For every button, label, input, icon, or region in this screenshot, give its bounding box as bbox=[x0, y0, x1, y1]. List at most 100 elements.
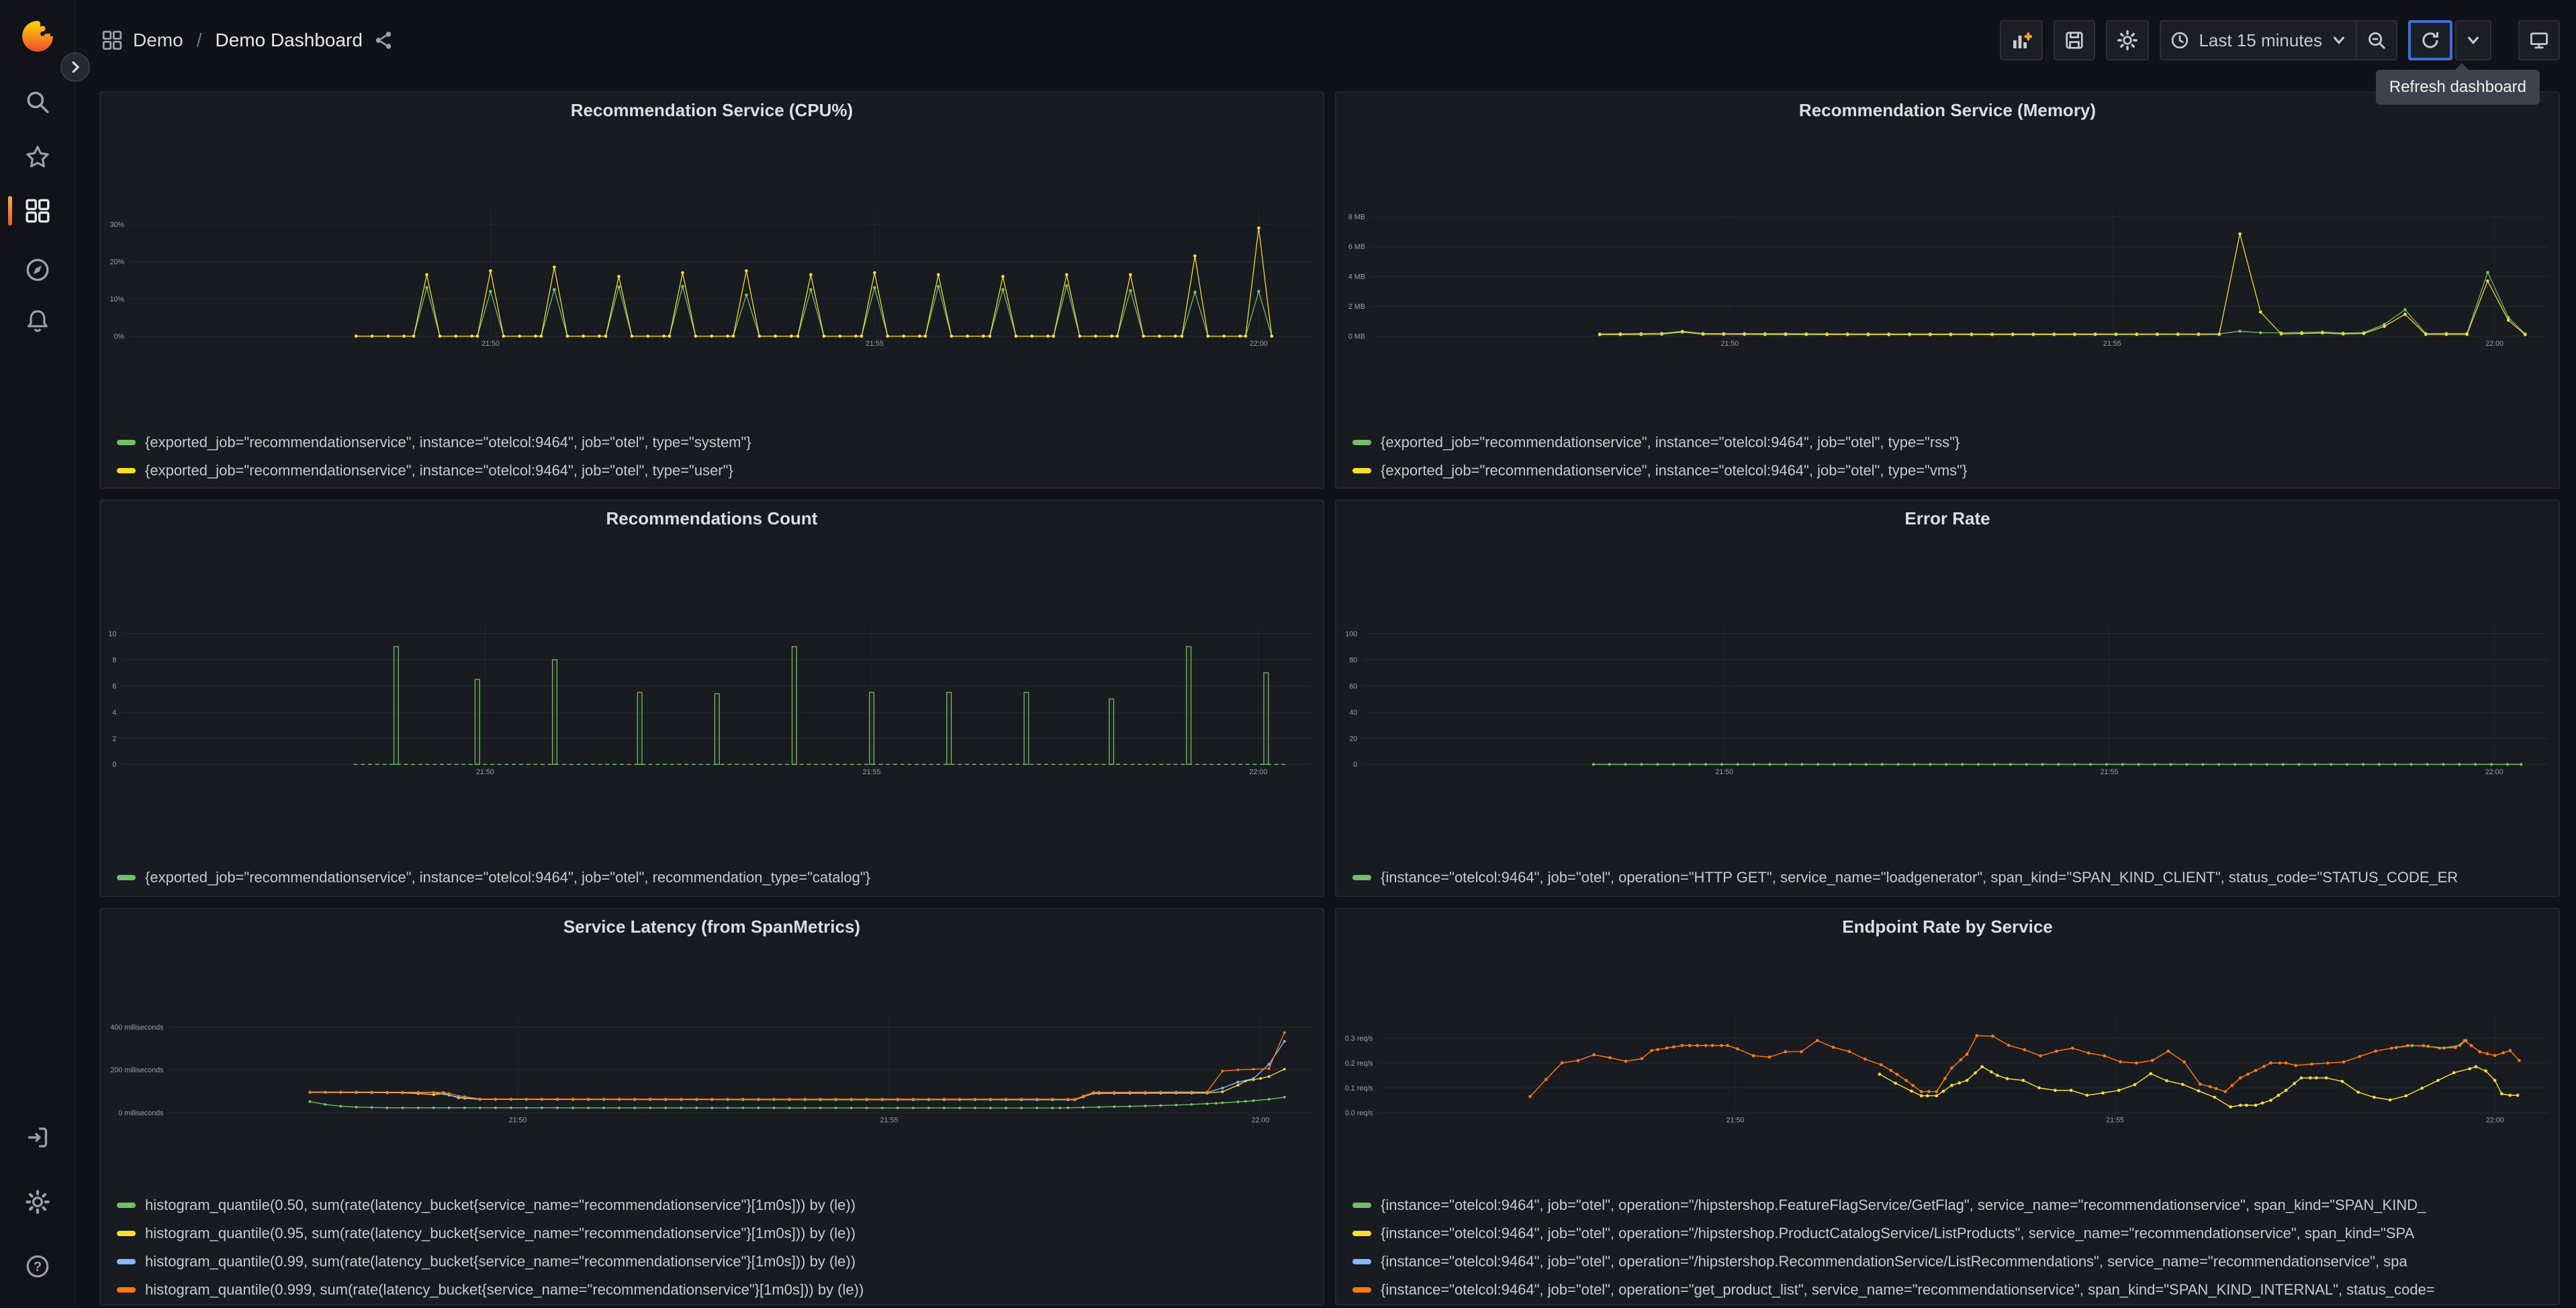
legend-item[interactable]: {instance="otelcol:9464", job="otel", op… bbox=[1352, 1248, 2559, 1276]
add-panel-button[interactable] bbox=[2000, 20, 2043, 60]
kiosk-mode-button[interactable] bbox=[2518, 20, 2560, 60]
chart-canvas[interactable]: 21:50 21:55 22:00 0 milliseconds 200 millise… bbox=[101, 944, 1323, 1188]
chart-canvas[interactable]: 21:50 21:55 22:00 0 2 4 6 8 10 bbox=[101, 536, 1323, 861]
svg-text:21:50: 21:50 bbox=[1715, 768, 1733, 776]
search-icon[interactable] bbox=[0, 79, 75, 125]
svg-text:22:00: 22:00 bbox=[1250, 340, 1268, 348]
panel-header[interactable]: Recommendation Service (CPU%) bbox=[101, 93, 1323, 128]
svg-text:30%: 30% bbox=[110, 221, 125, 229]
legend-item[interactable]: histogram_quantile(0.999, sum(rate(laten… bbox=[117, 1276, 1323, 1304]
panel-service-latency: Service Latency (from SpanMetrics) 21:50… bbox=[99, 908, 1324, 1305]
panel-header[interactable]: Service Latency (from SpanMetrics) bbox=[101, 909, 1323, 944]
legend-item[interactable]: histogram_quantile(0.95, sum(rate(latenc… bbox=[117, 1219, 1323, 1248]
svg-text:0.1 req/s: 0.1 req/s bbox=[1345, 1084, 1373, 1092]
svg-text:0%: 0% bbox=[114, 333, 125, 341]
legend-item[interactable]: histogram_quantile(0.50, sum(rate(latenc… bbox=[117, 1191, 1323, 1219]
svg-text:8 MB: 8 MB bbox=[1348, 214, 1365, 222]
time-range-picker[interactable]: Last 15 minutes bbox=[2160, 20, 2357, 60]
legend: {instance="otelcol:9464", job="otel", op… bbox=[1336, 861, 2559, 892]
legend-item[interactable]: histogram_quantile(0.99, sum(rate(latenc… bbox=[117, 1248, 1323, 1276]
legend-item[interactable]: {instance="otelcol:9464", job="otel", op… bbox=[1352, 1219, 2559, 1248]
svg-text:400 milliseconds: 400 milliseconds bbox=[110, 1023, 163, 1031]
legend-swatch bbox=[117, 440, 136, 445]
panel-header[interactable]: Recommendations Count bbox=[101, 501, 1323, 536]
svg-text:10%: 10% bbox=[110, 295, 125, 303]
svg-text:21:50: 21:50 bbox=[476, 768, 494, 776]
breadcrumb-section[interactable]: Demo bbox=[133, 30, 183, 51]
legend-label: histogram_quantile(0.50, sum(rate(latenc… bbox=[145, 1197, 856, 1213]
svg-text:?: ? bbox=[34, 1260, 42, 1274]
svg-text:4 MB: 4 MB bbox=[1348, 273, 1365, 281]
svg-text:6 MB: 6 MB bbox=[1348, 243, 1365, 251]
grafana-logo-icon[interactable] bbox=[17, 16, 58, 56]
expand-sidebar-button[interactable] bbox=[60, 52, 90, 82]
svg-text:0.2 req/s: 0.2 req/s bbox=[1345, 1060, 1373, 1068]
svg-text:100: 100 bbox=[1345, 630, 1357, 638]
panel-error-rate: Error Rate 21:50 21:55 22:00 0 20 40 60 80 100 {… bbox=[1335, 500, 2560, 897]
sidebar: ? bbox=[0, 0, 90, 1308]
legend-swatch bbox=[117, 1231, 136, 1236]
sign-in-icon[interactable] bbox=[0, 1115, 75, 1160]
svg-text:21:55: 21:55 bbox=[880, 1117, 899, 1125]
legend-label: histogram_quantile(0.99, sum(rate(latenc… bbox=[145, 1253, 856, 1270]
panel-title: Recommendation Service (CPU%) bbox=[570, 99, 854, 120]
legend-item[interactable]: {instance="otelcol:9464", job="otel", op… bbox=[1352, 1276, 2559, 1304]
legend-item[interactable]: {exported_job="recommendationservice", i… bbox=[1352, 457, 2559, 485]
save-dashboard-button[interactable] bbox=[2054, 20, 2096, 60]
svg-text:21:55: 21:55 bbox=[863, 768, 881, 776]
svg-text:21:55: 21:55 bbox=[2101, 768, 2119, 776]
header-bar: Demo / Demo Dashboard Last 15 minutes Re… bbox=[75, 0, 2576, 105]
svg-text:21:55: 21:55 bbox=[2106, 1117, 2124, 1125]
svg-text:21:55: 21:55 bbox=[866, 340, 884, 348]
starred-icon[interactable] bbox=[0, 134, 75, 180]
zoom-out-button[interactable] bbox=[2357, 20, 2397, 60]
settings-gear-icon[interactable] bbox=[0, 1179, 75, 1225]
legend-label: histogram_quantile(0.999, sum(rate(laten… bbox=[145, 1281, 864, 1298]
legend-item[interactable]: {instance="otelcol:9464", job="otel", op… bbox=[1352, 863, 2559, 892]
svg-text:0: 0 bbox=[1353, 761, 1357, 769]
explore-compass-icon[interactable] bbox=[0, 247, 75, 293]
svg-text:21:50: 21:50 bbox=[481, 340, 500, 348]
dashboards-icon[interactable] bbox=[0, 188, 75, 234]
legend-label: {instance="otelcol:9464", job="otel", op… bbox=[1381, 869, 2458, 886]
svg-text:80: 80 bbox=[1349, 656, 1357, 664]
legend-swatch bbox=[117, 1259, 136, 1264]
legend-swatch bbox=[117, 875, 136, 880]
legend-label: histogram_quantile(0.95, sum(rate(latenc… bbox=[145, 1225, 856, 1242]
svg-text:21:55: 21:55 bbox=[2103, 340, 2121, 348]
legend-item[interactable]: {exported_job="recommendationservice", i… bbox=[117, 428, 1323, 457]
svg-text:22:00: 22:00 bbox=[2485, 768, 2503, 776]
legend-item[interactable]: {instance="otelcol:9464", job="otel", op… bbox=[1352, 1191, 2559, 1219]
chart-canvas[interactable]: 21:50 21:55 22:00 0% 10% 20% 30% bbox=[101, 128, 1323, 426]
chart-canvas[interactable]: 21:50 21:55 22:00 0 MB 2 MB 4 MB 6 MB 8 MB bbox=[1336, 128, 2559, 426]
dashboard-settings-button[interactable] bbox=[2106, 20, 2150, 60]
legend-item[interactable]: {exported_job="recommendationservice", i… bbox=[117, 457, 1323, 485]
svg-text:0.3 req/s: 0.3 req/s bbox=[1345, 1035, 1373, 1043]
breadcrumb-dashboard-title[interactable]: Demo Dashboard bbox=[215, 30, 362, 51]
refresh-interval-dropdown[interactable] bbox=[2455, 20, 2491, 60]
panel-title: Recommendations Count bbox=[606, 508, 818, 528]
refresh-button[interactable] bbox=[2408, 20, 2452, 60]
legend: {exported_job="recommendationservice", i… bbox=[1336, 426, 2559, 485]
panel-header[interactable]: Endpoint Rate by Service bbox=[1336, 909, 2559, 944]
panel-endpoint-rate: Endpoint Rate by Service 21:50 21:55 22:00… bbox=[1335, 908, 2560, 1305]
panel-title: Error Rate bbox=[1904, 508, 1990, 528]
alerting-bell-icon[interactable] bbox=[0, 298, 75, 344]
share-icon[interactable] bbox=[373, 30, 394, 50]
svg-text:20: 20 bbox=[1349, 735, 1357, 743]
legend: {exported_job="recommendationservice", i… bbox=[101, 861, 1323, 892]
legend-label: {exported_job="recommendationservice", i… bbox=[145, 462, 733, 479]
chart-canvas[interactable]: 21:50 21:55 22:00 0.0 req/s 0.1 req/s 0.2 req… bbox=[1336, 944, 2559, 1188]
legend-swatch bbox=[1352, 1231, 1371, 1236]
chart-canvas[interactable]: 21:50 21:55 22:00 0 20 40 60 80 100 bbox=[1336, 536, 2559, 861]
legend-label: {instance="otelcol:9464", job="otel", op… bbox=[1381, 1225, 2415, 1242]
legend: {exported_job="recommendationservice", i… bbox=[101, 426, 1323, 485]
panel-header[interactable]: Error Rate bbox=[1336, 501, 2559, 536]
legend-swatch bbox=[1352, 1203, 1371, 1208]
panel-recommendations-count: Recommendations Count 21:50 21:55 22:00 0 2 4… bbox=[99, 500, 1324, 897]
svg-text:21:50: 21:50 bbox=[509, 1117, 527, 1125]
legend-item[interactable]: {exported_job="recommendationservice", i… bbox=[117, 863, 1323, 892]
legend-swatch bbox=[1352, 468, 1371, 473]
help-icon[interactable]: ? bbox=[0, 1244, 75, 1289]
legend-item[interactable]: {exported_job="recommendationservice", i… bbox=[1352, 428, 2559, 457]
